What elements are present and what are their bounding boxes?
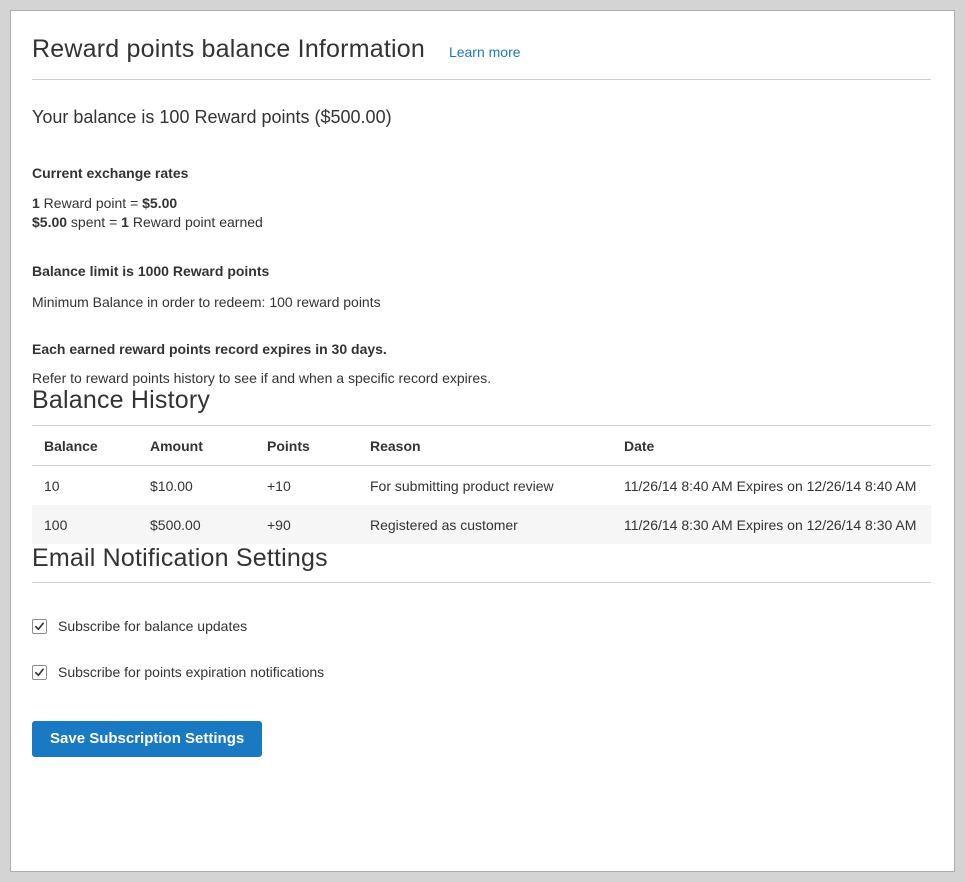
- subscribe-balance-updates-option[interactable]: Subscribe for balance updates: [32, 618, 931, 634]
- balance-limit-text: Balance limit is 1000 Reward points: [32, 263, 931, 279]
- expiration-heading: Each earned reward points record expires…: [32, 341, 931, 357]
- rate2-amount: $5.00: [32, 214, 67, 230]
- rate1-points: 1: [32, 195, 40, 211]
- cell-amount: $500.00: [138, 505, 255, 544]
- cell-balance: 10: [32, 466, 138, 506]
- table-header-row: Balance Amount Points Reason Date: [32, 426, 931, 466]
- cell-points: +90: [255, 505, 358, 544]
- minimum-balance-text: Minimum Balance in order to redeem: 100 …: [32, 294, 931, 310]
- column-header-points: Points: [255, 426, 358, 466]
- email-settings-divider: [32, 582, 931, 583]
- rate2-suffix: Reward point earned: [129, 214, 263, 230]
- balance-history-title: Balance History: [32, 386, 931, 415]
- subscribe-expiration-notifications-option[interactable]: Subscribe for points expiration notifica…: [32, 664, 931, 680]
- learn-more-link[interactable]: Learn more: [449, 44, 521, 60]
- column-header-date: Date: [612, 426, 931, 466]
- expiration-note: Refer to reward points history to see if…: [32, 370, 931, 386]
- column-header-reason: Reason: [358, 426, 612, 466]
- column-header-amount: Amount: [138, 426, 255, 466]
- cell-reason: For submitting product review: [358, 466, 612, 506]
- exchange-rates-lines: 1 Reward point = $5.00 $5.00 spent = 1 R…: [32, 194, 931, 232]
- balance-history-table: Balance Amount Points Reason Date 10 $10…: [32, 425, 931, 544]
- rate1-text: Reward point =: [40, 195, 142, 211]
- checkbox-label: Subscribe for points expiration notifica…: [58, 664, 324, 680]
- reward-points-card: Reward points balance Information Learn …: [10, 10, 955, 872]
- cell-reason: Registered as customer: [358, 505, 612, 544]
- rate2-text: spent =: [67, 214, 121, 230]
- checkbox-label: Subscribe for balance updates: [58, 618, 247, 634]
- checkmark-icon: [34, 667, 45, 678]
- cell-date: 11/26/14 8:30 AM Expires on 12/26/14 8:3…: [612, 505, 931, 544]
- page-title: Reward points balance Information: [32, 35, 425, 64]
- email-settings-title: Email Notification Settings: [32, 544, 931, 573]
- table-row: 100 $500.00 +90 Registered as customer 1…: [32, 505, 931, 544]
- save-subscription-settings-button[interactable]: Save Subscription Settings: [32, 721, 262, 757]
- page-title-row: Reward points balance Information Learn …: [32, 27, 931, 80]
- cell-balance: 100: [32, 505, 138, 544]
- table-row: 10 $10.00 +10 For submitting product rev…: [32, 466, 931, 506]
- balance-summary: Your balance is 100 Reward points ($500.…: [32, 107, 931, 128]
- expiration-notifications-checkbox[interactable]: [32, 665, 47, 680]
- checkmark-icon: [34, 621, 45, 632]
- rate1-amount: $5.00: [142, 195, 177, 211]
- exchange-rates-heading: Current exchange rates: [32, 165, 931, 181]
- cell-points: +10: [255, 466, 358, 506]
- rate2-points: 1: [121, 214, 129, 230]
- cell-amount: $10.00: [138, 466, 255, 506]
- exchange-rate-line-2: $5.00 spent = 1 Reward point earned: [32, 213, 931, 232]
- exchange-rate-line-1: 1 Reward point = $5.00: [32, 194, 931, 213]
- cell-date: 11/26/14 8:40 AM Expires on 12/26/14 8:4…: [612, 466, 931, 506]
- column-header-balance: Balance: [32, 426, 138, 466]
- balance-updates-checkbox[interactable]: [32, 619, 47, 634]
